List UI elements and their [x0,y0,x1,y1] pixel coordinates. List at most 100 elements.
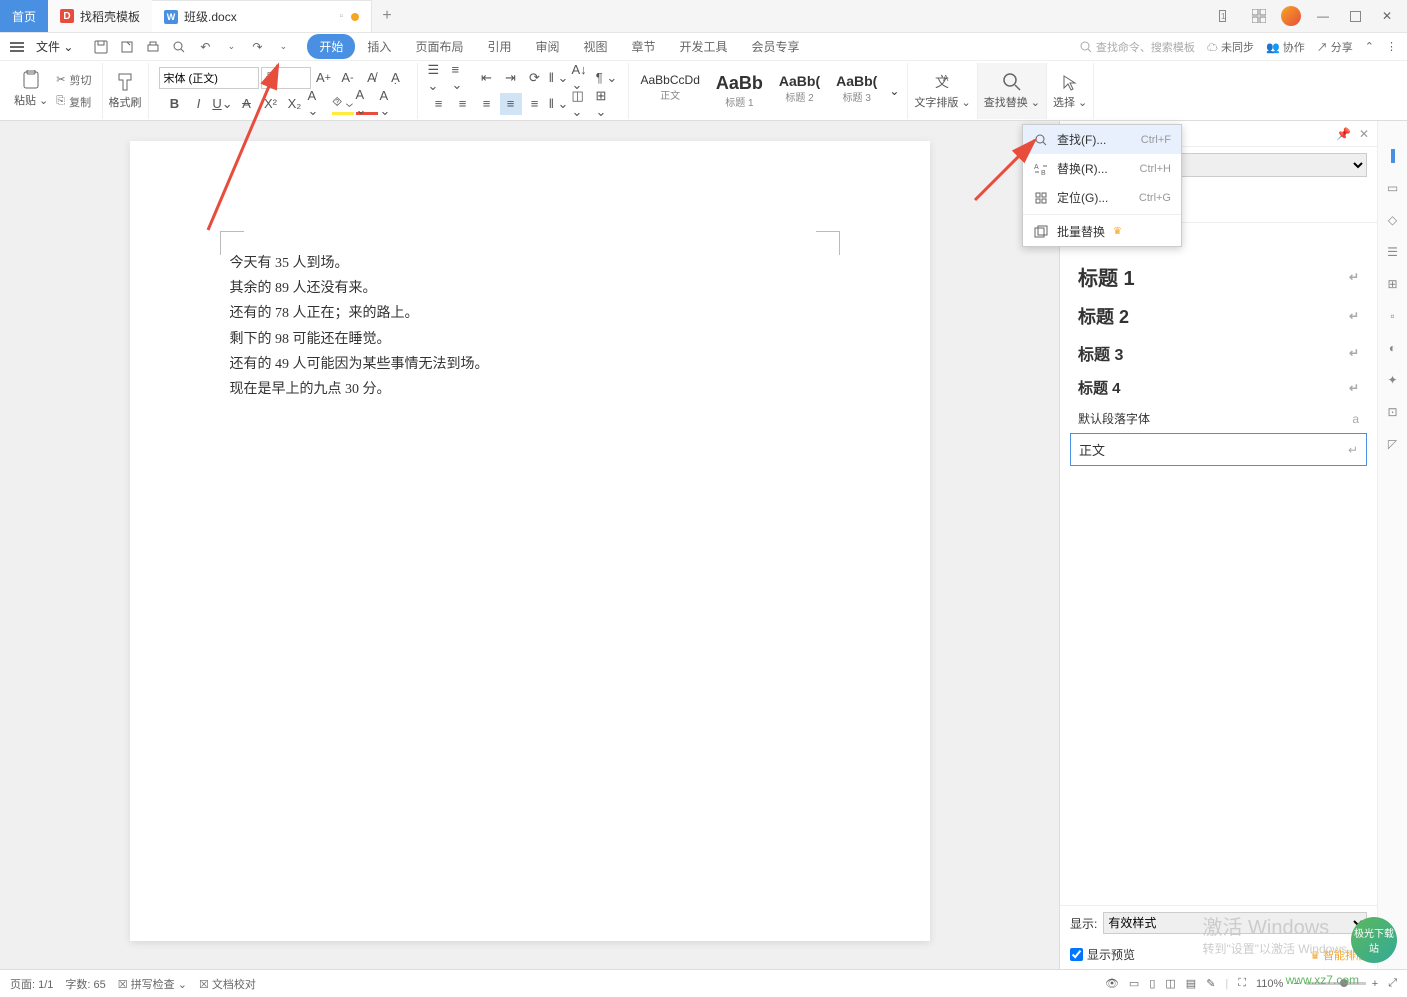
zoom-in-button[interactable]: + [1372,978,1378,990]
fill-color-button[interactable]: ◫ ⌄ [572,93,594,115]
text-direction-button[interactable]: ⟳ [524,67,546,89]
font-grow-icon[interactable]: A+ [313,67,335,89]
status-spell[interactable]: ☒ 拼写检查 ⌄ [118,976,187,992]
side-prop-icon[interactable]: ◐ [1384,339,1402,357]
page[interactable]: 今天有 35 人到场。 其余的 89 人还没有来。 还有的 78 人正在；来的路… [130,141,930,941]
side-chart-icon[interactable]: ✦ [1384,371,1402,389]
view-draft-icon[interactable]: ✎ [1206,977,1215,990]
undo-dropdown-icon[interactable]: ⌄ [221,37,241,57]
shading-button[interactable]: A ⌄ [380,93,402,115]
copy-button[interactable]: ⎘复制 [52,92,95,112]
tab-document[interactable]: W 班级.docx ▫ [152,0,372,32]
dd-find[interactable]: 查找(F)... Ctrl+F [1023,125,1181,154]
border-button[interactable]: ⊞ ⌄ [596,93,618,115]
text-line[interactable]: 其余的 89 人还没有来。 [230,276,830,301]
text-effect-button[interactable]: A ⌄ [308,93,330,115]
side-styles-icon[interactable] [1384,147,1402,165]
share-button[interactable]: ↗ 分享 [1317,39,1353,55]
preview-checkbox[interactable]: 显示预览 [1070,946,1135,963]
tab-template[interactable]: D 找稻壳模板 [48,0,152,32]
align-left-button[interactable]: ≡ [428,93,450,115]
sync-status[interactable]: ☁ 未同步 [1207,39,1254,55]
undo-icon[interactable]: ↶ [195,37,215,57]
fullscreen-icon[interactable]: ⤢ [1388,977,1397,990]
menu-tab-view[interactable]: 视图 [571,34,619,59]
superscript-button[interactable]: X² [260,93,282,115]
style-normal[interactable]: AaBbCcDd正文 [633,71,708,111]
layout-switch-icon[interactable]: 1 [1217,6,1237,26]
side-image-icon[interactable]: ◸ [1384,435,1402,453]
pin-icon[interactable]: 📌 [1336,127,1351,141]
status-proof[interactable]: ☒ 文档校对 [199,976,256,992]
more-icon[interactable]: ⋮ [1386,40,1397,53]
text-line[interactable]: 还有的 78 人正在；来的路上。 [230,301,830,326]
number-list-button[interactable]: ≡ ⌄ [452,67,474,89]
side-select-icon[interactable]: ▭ [1384,179,1402,197]
export-icon[interactable] [117,37,137,57]
style-heading1[interactable]: AaBb标题 1 [708,71,771,111]
text-line[interactable]: 现在是早上的九点 30 分。 [230,377,830,402]
align-distribute-button[interactable]: ≡ [524,93,546,115]
underline-button[interactable]: U ⌄ [212,93,234,115]
font-shrink-icon[interactable]: A- [337,67,359,89]
font-size-select[interactable] [261,67,311,89]
paragraph-spacing-button[interactable]: ‖ ⌄ [548,93,570,115]
print-icon[interactable] [143,37,163,57]
strike-button[interactable]: A [236,93,258,115]
font-color-button[interactable]: A ⌄ [356,93,378,115]
tab-home[interactable]: 首页 [0,0,48,32]
paste-button[interactable]: 粘贴 ⌄ [14,70,48,112]
select-button[interactable]: 选择 ⌄ [1053,72,1087,110]
tab-split-icon[interactable]: ▫ [339,11,343,22]
find-replace-button[interactable]: 查找替换 ⌄ [984,72,1040,110]
indent-decrease-button[interactable]: ⇤ [476,67,498,89]
menu-tab-review[interactable]: 审阅 [523,34,571,59]
print-preview-icon[interactable] [169,37,189,57]
minimize-button[interactable]: — [1313,6,1333,26]
style-row-h2[interactable]: 标题 2↵ [1070,297,1367,335]
style-row-h4[interactable]: 标题 4↵ [1070,371,1367,404]
text-line[interactable]: 剩下的 98 可能还在睡觉。 [230,327,830,352]
text-layout-button[interactable]: 文A 文字排版 ⌄ [914,72,970,110]
close-button[interactable]: ✕ [1377,6,1397,26]
cut-button[interactable]: ✂剪切 [52,70,95,90]
styles-expand-button[interactable]: ⌄ [885,71,903,111]
style-row-normal[interactable]: 正文↵ [1070,433,1367,466]
change-case-icon[interactable]: Ạ [385,67,407,89]
side-app-icon[interactable]: ⊡ [1384,403,1402,421]
status-page[interactable]: 页面: 1/1 [10,976,53,992]
side-clip-icon[interactable]: ▫ [1384,307,1402,325]
line-spacing-button[interactable]: ‖ ⌄ [548,67,570,89]
dd-replace[interactable]: AB 替换(R)... Ctrl+H [1023,154,1181,183]
format-painter-button[interactable]: 格式刷 [109,72,142,110]
menu-tab-layout[interactable]: 页面布局 [403,34,475,59]
dd-batch[interactable]: 批量替换 ♛ [1023,217,1181,246]
style-row-default[interactable]: 默认段落字体a [1070,404,1367,433]
file-menu[interactable]: 文件 ⌄ [32,38,77,55]
indent-increase-button[interactable]: ⇥ [500,67,522,89]
avatar[interactable] [1281,6,1301,26]
side-shape-icon[interactable]: ◇ [1384,211,1402,229]
save-icon[interactable] [91,37,111,57]
align-right-button[interactable]: ≡ [476,93,498,115]
view-page-icon[interactable]: ▭ [1129,977,1139,990]
menu-tab-member[interactable]: 会员专享 [740,34,812,59]
view-outline-icon[interactable]: ◫ [1165,977,1175,990]
menu-tab-insert[interactable]: 插入 [355,34,403,59]
view-eye-icon[interactable]: 👁 [1105,977,1119,990]
side-nav-icon[interactable]: ☰ [1384,243,1402,261]
search-command[interactable]: 查找命令、搜索模板 [1080,39,1195,55]
ribbon-collapse-icon[interactable]: ⌃ [1365,40,1374,53]
hamburger-icon[interactable] [10,42,24,52]
align-justify-button[interactable]: ≡ [500,93,522,115]
redo-icon[interactable]: ↷ [247,37,267,57]
style-heading3[interactable]: AaBb(标题 3 [828,71,885,111]
view-read-icon[interactable]: ▯ [1149,977,1155,990]
grid-icon[interactable] [1249,6,1269,26]
font-name-select[interactable] [159,67,259,89]
menu-tab-chapter[interactable]: 章节 [620,34,668,59]
text-line[interactable]: 还有的 49 人可能因为某些事情无法到场。 [230,352,830,377]
highlight-button[interactable]: ⯑ ⌄ [332,93,354,115]
fit-icon[interactable]: ⛶ [1238,977,1246,990]
clear-format-icon[interactable]: A̸ [361,67,383,89]
